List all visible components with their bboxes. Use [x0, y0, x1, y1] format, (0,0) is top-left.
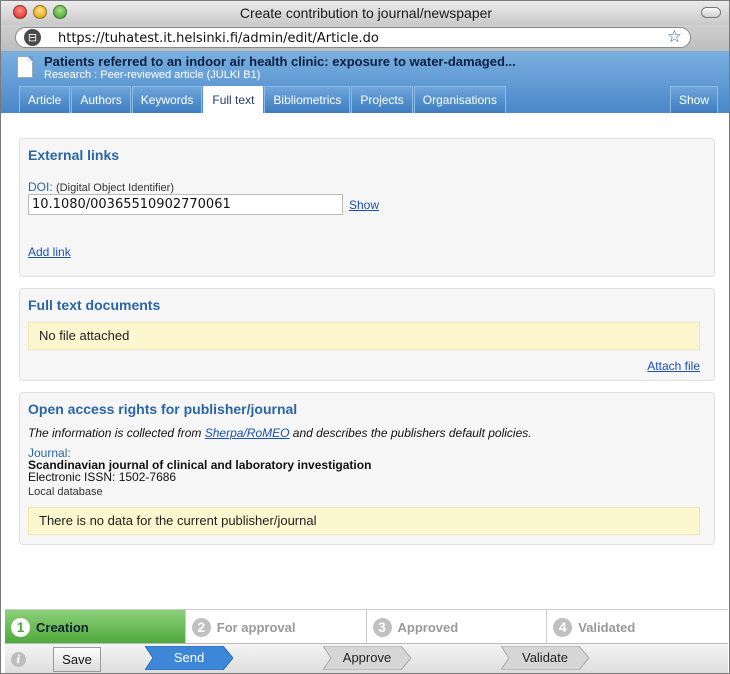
full-text-panel: Full text documents No file attached Att… [19, 288, 715, 381]
validate-button[interactable]: Validate [501, 646, 589, 670]
no-publisher-data-notice: There is no data for the current publish… [28, 507, 700, 535]
record-header: Patients referred to an indoor air healt… [1, 51, 729, 113]
step-approved: 3 Approved [366, 610, 548, 644]
record-title: Patients referred to an indoor air healt… [44, 54, 516, 69]
attach-file-link[interactable]: Attach file [647, 359, 700, 373]
step-label: Approved [397, 620, 459, 635]
tab-bar: Article Authors Keywords Full text Bibli… [19, 86, 719, 113]
validate-button-label: Validate [521, 650, 568, 665]
window-title: Create contribution to journal/newspaper [239, 5, 493, 21]
browser-window: Create contribution to journal/newspaper… [0, 0, 730, 674]
tab-full-text[interactable]: Full text [203, 86, 264, 113]
doi-label: DOI: (Digital Object Identifier) [28, 180, 174, 194]
add-link-link[interactable]: Add link [28, 245, 71, 259]
url-text[interactable]: https://tuhatest.it.helsinki.fi/admin/ed… [58, 31, 379, 46]
toolbar-toggle-icon[interactable] [701, 7, 721, 18]
address-bar-area: ⊟ https://tuhatest.it.helsinki.fi/admin/… [1, 25, 729, 51]
sherpa-romeo-link[interactable]: Sherpa/RoMEO [205, 426, 290, 440]
approve-button-label: Approve [342, 650, 392, 665]
step-label: For approval [216, 620, 296, 635]
doi-hint: (Digital Object Identifier) [56, 182, 175, 194]
data-source: Local database [28, 486, 103, 498]
record-subtitle: Research : Peer-reviewed article (JULKI … [44, 69, 261, 81]
approve-button[interactable]: Approve [323, 646, 411, 670]
step-number: 2 [191, 618, 211, 637]
workflow-steps: 1 Creation 2 For approval 3 Approved 4 V… [5, 609, 728, 644]
bookmark-star-icon[interactable]: ☆ [667, 27, 682, 47]
tab-projects[interactable]: Projects [351, 86, 413, 113]
info-icon[interactable]: i [11, 652, 26, 667]
action-bar: i Save Send Approve Validate [5, 643, 728, 673]
full-text-title: Full text documents [28, 297, 161, 313]
doi-label-text: DOI: [28, 180, 53, 194]
external-links-panel: External links DOI: (Digital Object Iden… [19, 138, 715, 277]
note-text-before: The information is collected from [28, 426, 205, 440]
step-creation: 1 Creation [5, 610, 186, 644]
open-access-title: Open access rights for publisher/journal [28, 401, 298, 417]
document-icon [17, 56, 33, 78]
step-number: 1 [11, 618, 30, 637]
tab-bibliometrics[interactable]: Bibliometrics [264, 86, 351, 113]
step-label: Creation [36, 620, 89, 635]
send-button[interactable]: Send [145, 646, 233, 670]
open-access-note: The information is collected from Sherpa… [28, 426, 532, 440]
main-content: External links DOI: (Digital Object Iden… [1, 113, 729, 608]
doi-input[interactable] [28, 194, 343, 215]
site-identity-icon[interactable]: ⊟ [24, 29, 41, 46]
save-button[interactable]: Save [53, 647, 101, 672]
open-access-panel: Open access rights for publisher/journal… [19, 392, 715, 545]
step-number: 4 [553, 618, 573, 637]
step-label: Validated [578, 620, 636, 635]
no-file-notice: No file attached [28, 322, 700, 350]
tab-keywords[interactable]: Keywords [131, 86, 203, 113]
send-button-label: Send [173, 650, 205, 665]
step-validated: 4 Validated [547, 610, 728, 644]
journal-issn: Electronic ISSN: 1502-7686 [28, 470, 177, 484]
tab-organisations[interactable]: Organisations [413, 86, 506, 113]
window-titlebar: Create contribution to journal/newspaper [1, 1, 729, 25]
doi-show-link[interactable]: Show [349, 198, 379, 212]
step-number: 3 [372, 618, 392, 637]
tab-authors[interactable]: Authors [71, 86, 131, 113]
address-bar[interactable]: ⊟ https://tuhatest.it.helsinki.fi/admin/… [15, 27, 691, 48]
tab-show[interactable]: Show [670, 86, 719, 113]
step-for-approval: 2 For approval [185, 610, 367, 644]
note-text-after: and describes the publishers default pol… [289, 426, 532, 440]
external-links-title: External links [28, 147, 120, 163]
tab-article[interactable]: Article [19, 86, 71, 113]
